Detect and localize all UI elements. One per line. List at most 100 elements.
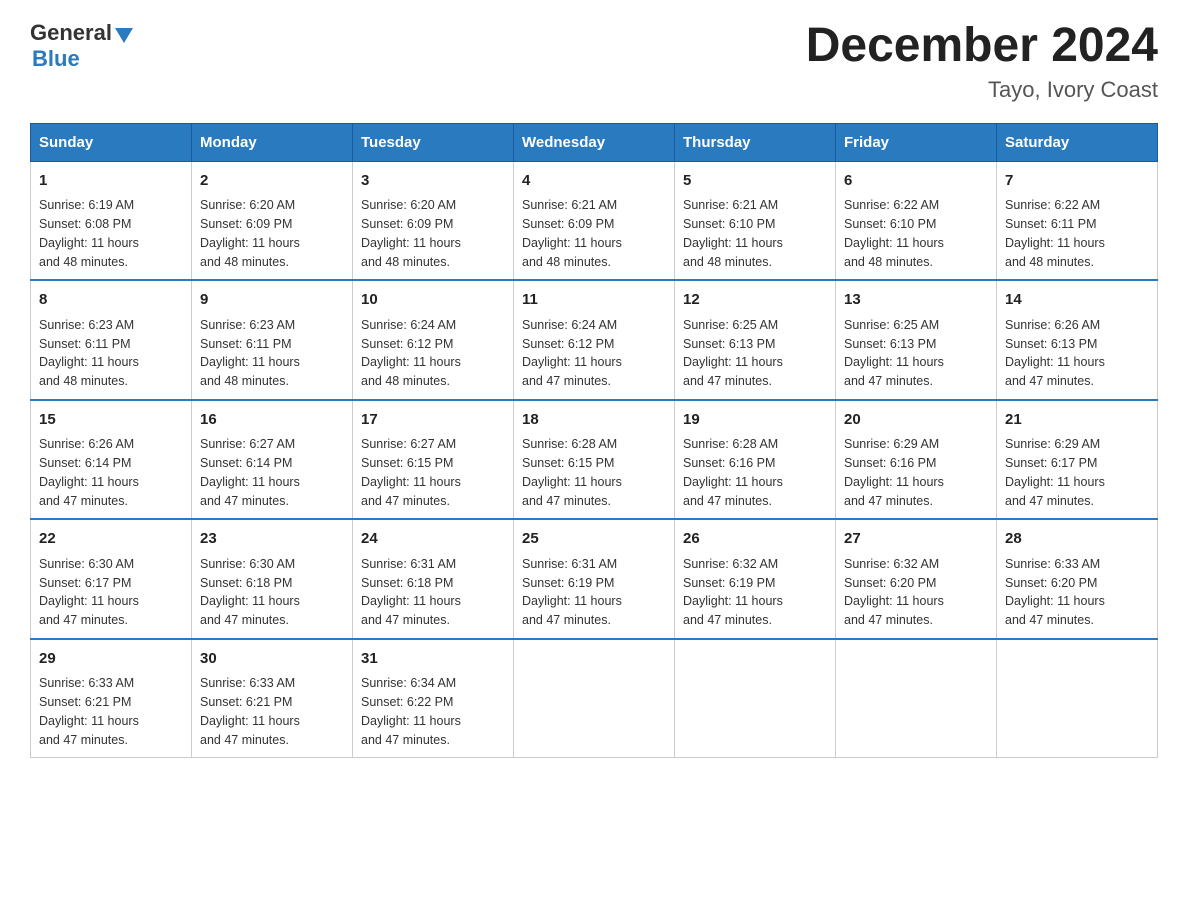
calendar-subtitle: Tayo, Ivory Coast — [806, 77, 1158, 103]
sunrise-label: Sunrise: 6:20 AM — [361, 198, 456, 212]
sunrise-label: Sunrise: 6:33 AM — [200, 676, 295, 690]
sunrise-label: Sunrise: 6:30 AM — [200, 557, 295, 571]
daylight-minutes: and 48 minutes. — [1005, 255, 1094, 269]
daylight-minutes: and 47 minutes. — [200, 613, 289, 627]
sunrise-label: Sunrise: 6:31 AM — [361, 557, 456, 571]
table-row — [836, 639, 997, 758]
daylight-minutes: and 47 minutes. — [39, 733, 128, 747]
sunrise-label: Sunrise: 6:29 AM — [1005, 437, 1100, 451]
calendar-week-1: 1 Sunrise: 6:19 AM Sunset: 6:08 PM Dayli… — [31, 161, 1158, 280]
daylight-label: Daylight: 11 hours — [39, 236, 139, 250]
sunset-label: Sunset: 6:10 PM — [844, 217, 936, 231]
daylight-minutes: and 48 minutes. — [39, 255, 128, 269]
day-number: 26 — [683, 528, 827, 551]
daylight-label: Daylight: 11 hours — [361, 475, 461, 489]
sunset-label: Sunset: 6:14 PM — [200, 456, 292, 470]
table-row: 10 Sunrise: 6:24 AM Sunset: 6:12 PM Dayl… — [353, 280, 514, 400]
table-row: 19 Sunrise: 6:28 AM Sunset: 6:16 PM Dayl… — [675, 400, 836, 520]
daylight-minutes: and 47 minutes. — [200, 733, 289, 747]
daylight-minutes: and 47 minutes. — [844, 613, 933, 627]
daylight-label: Daylight: 11 hours — [39, 355, 139, 369]
daylight-label: Daylight: 11 hours — [200, 594, 300, 608]
sunrise-label: Sunrise: 6:21 AM — [522, 198, 617, 212]
daylight-label: Daylight: 11 hours — [1005, 355, 1105, 369]
day-number: 31 — [361, 648, 505, 671]
day-number: 18 — [522, 409, 666, 432]
day-number: 3 — [361, 170, 505, 193]
sunset-label: Sunset: 6:20 PM — [1005, 576, 1097, 590]
sunset-label: Sunset: 6:22 PM — [361, 695, 453, 709]
daylight-minutes: and 47 minutes. — [361, 613, 450, 627]
sunset-label: Sunset: 6:13 PM — [1005, 337, 1097, 351]
sunrise-label: Sunrise: 6:19 AM — [39, 198, 134, 212]
table-row: 21 Sunrise: 6:29 AM Sunset: 6:17 PM Dayl… — [997, 400, 1158, 520]
daylight-minutes: and 47 minutes. — [683, 613, 772, 627]
daylight-minutes: and 48 minutes. — [683, 255, 772, 269]
sunrise-label: Sunrise: 6:22 AM — [1005, 198, 1100, 212]
table-row: 4 Sunrise: 6:21 AM Sunset: 6:09 PM Dayli… — [514, 161, 675, 280]
daylight-minutes: and 47 minutes. — [39, 613, 128, 627]
table-row: 18 Sunrise: 6:28 AM Sunset: 6:15 PM Dayl… — [514, 400, 675, 520]
table-row: 1 Sunrise: 6:19 AM Sunset: 6:08 PM Dayli… — [31, 161, 192, 280]
sunset-label: Sunset: 6:19 PM — [683, 576, 775, 590]
day-number: 22 — [39, 528, 183, 551]
day-number: 9 — [200, 289, 344, 312]
calendar-week-4: 22 Sunrise: 6:30 AM Sunset: 6:17 PM Dayl… — [31, 519, 1158, 639]
daylight-minutes: and 47 minutes. — [1005, 613, 1094, 627]
table-row: 7 Sunrise: 6:22 AM Sunset: 6:11 PM Dayli… — [997, 161, 1158, 280]
day-number: 1 — [39, 170, 183, 193]
table-row: 23 Sunrise: 6:30 AM Sunset: 6:18 PM Dayl… — [192, 519, 353, 639]
day-number: 12 — [683, 289, 827, 312]
day-number: 19 — [683, 409, 827, 432]
table-row: 22 Sunrise: 6:30 AM Sunset: 6:17 PM Dayl… — [31, 519, 192, 639]
day-number: 13 — [844, 289, 988, 312]
calendar-week-3: 15 Sunrise: 6:26 AM Sunset: 6:14 PM Dayl… — [31, 400, 1158, 520]
header-monday: Monday — [192, 123, 353, 161]
table-row: 6 Sunrise: 6:22 AM Sunset: 6:10 PM Dayli… — [836, 161, 997, 280]
daylight-label: Daylight: 11 hours — [1005, 236, 1105, 250]
table-row: 26 Sunrise: 6:32 AM Sunset: 6:19 PM Dayl… — [675, 519, 836, 639]
day-number: 21 — [1005, 409, 1149, 432]
page-header: General Blue December 2024 Tayo, Ivory C… — [30, 20, 1158, 103]
daylight-minutes: and 47 minutes. — [522, 494, 611, 508]
daylight-label: Daylight: 11 hours — [200, 475, 300, 489]
sunrise-label: Sunrise: 6:21 AM — [683, 198, 778, 212]
daylight-label: Daylight: 11 hours — [522, 475, 622, 489]
sunrise-label: Sunrise: 6:22 AM — [844, 198, 939, 212]
header-friday: Friday — [836, 123, 997, 161]
daylight-label: Daylight: 11 hours — [522, 594, 622, 608]
day-number: 4 — [522, 170, 666, 193]
logo-general-text: General — [30, 20, 112, 46]
logo-blue-text: Blue — [32, 46, 133, 72]
day-number: 7 — [1005, 170, 1149, 193]
sunrise-label: Sunrise: 6:32 AM — [844, 557, 939, 571]
sunset-label: Sunset: 6:15 PM — [522, 456, 614, 470]
sunrise-label: Sunrise: 6:20 AM — [200, 198, 295, 212]
sunset-label: Sunset: 6:17 PM — [1005, 456, 1097, 470]
sunrise-label: Sunrise: 6:27 AM — [361, 437, 456, 451]
logo-triangle-icon — [115, 28, 133, 43]
logo: General Blue — [30, 20, 133, 72]
day-number: 20 — [844, 409, 988, 432]
table-row: 2 Sunrise: 6:20 AM Sunset: 6:09 PM Dayli… — [192, 161, 353, 280]
header-thursday: Thursday — [675, 123, 836, 161]
day-number: 8 — [39, 289, 183, 312]
table-row: 16 Sunrise: 6:27 AM Sunset: 6:14 PM Dayl… — [192, 400, 353, 520]
daylight-minutes: and 47 minutes. — [683, 374, 772, 388]
table-row: 9 Sunrise: 6:23 AM Sunset: 6:11 PM Dayli… — [192, 280, 353, 400]
sunrise-label: Sunrise: 6:28 AM — [683, 437, 778, 451]
sunrise-label: Sunrise: 6:25 AM — [844, 318, 939, 332]
sunset-label: Sunset: 6:09 PM — [522, 217, 614, 231]
daylight-minutes: and 47 minutes. — [844, 374, 933, 388]
sunset-label: Sunset: 6:18 PM — [361, 576, 453, 590]
daylight-label: Daylight: 11 hours — [200, 355, 300, 369]
table-row: 20 Sunrise: 6:29 AM Sunset: 6:16 PM Dayl… — [836, 400, 997, 520]
sunset-label: Sunset: 6:16 PM — [844, 456, 936, 470]
daylight-label: Daylight: 11 hours — [844, 475, 944, 489]
daylight-label: Daylight: 11 hours — [361, 236, 461, 250]
daylight-label: Daylight: 11 hours — [844, 355, 944, 369]
day-number: 16 — [200, 409, 344, 432]
daylight-label: Daylight: 11 hours — [522, 355, 622, 369]
daylight-minutes: and 47 minutes. — [39, 494, 128, 508]
calendar-week-5: 29 Sunrise: 6:33 AM Sunset: 6:21 PM Dayl… — [31, 639, 1158, 758]
